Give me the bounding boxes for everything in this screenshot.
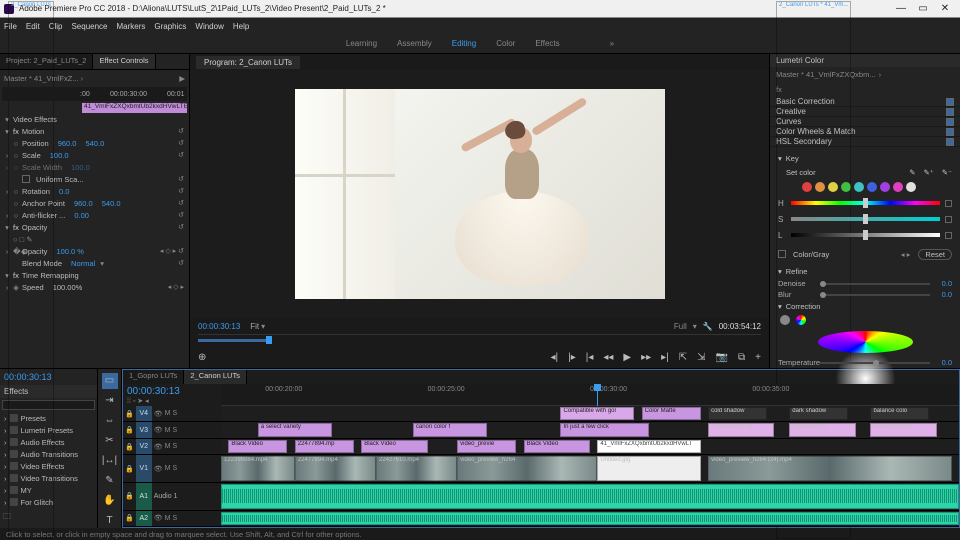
workspace-overflow[interactable]: » [610,39,614,48]
zoom-fit[interactable]: Fit [250,322,259,331]
sequence-duration: 00:03:54:12 [719,322,761,331]
workspace-learning[interactable]: Learning [346,39,377,48]
menu-graphics[interactable]: Graphics [154,22,186,31]
track-a2[interactable] [221,511,959,527]
window-close-button[interactable]: ✕ [934,3,956,14]
go-to-out-icon[interactable]: ▸| [661,352,669,363]
sat-slider[interactable] [791,215,940,223]
program-timecode[interactable]: 00:00:30:13 [198,322,240,331]
eyedropper-add-icon[interactable]: ✎⁺ [924,168,934,177]
color-swatch[interactable] [880,182,890,192]
workspace-effects[interactable]: Effects [535,39,559,48]
type-tool[interactable]: T [102,512,118,528]
sequence-tab-1[interactable]: 1_Gopro LUTs [123,370,184,384]
sequence-tab-2[interactable]: 2_Canon LUTs [184,370,247,384]
lum-slider[interactable] [791,231,940,239]
antiflicker-value[interactable]: 0.00 [74,211,89,220]
window-minimize-button[interactable]: — [890,3,912,14]
selection-tool[interactable]: ▭ [102,373,118,389]
color-swatch[interactable] [854,182,864,192]
timeline-ruler[interactable]: 00:00:20:00 00:00:25:00 00:00:30:00 00:0… [221,384,959,406]
speed-value[interactable]: 100.00% [53,283,83,292]
play-button[interactable]: ▶ [623,352,631,363]
track-v2[interactable]: Black Video 22477894.mp Black Video vide… [221,439,959,455]
lumetri-color-panel: Lumetri Color Master * 41_VmlFxZXQxbm...… [770,54,960,368]
position-y[interactable]: 540.0 [85,139,104,148]
eyedropper-sub-icon[interactable]: ✎⁻ [942,168,952,177]
step-back-icon[interactable]: ◂◂ [603,352,613,363]
pen-tool[interactable]: ✎ [102,472,118,488]
mark-in-icon[interactable]: ◂| [550,352,558,363]
hue-slider[interactable] [791,199,940,207]
ec-clip-path: Master * 41_VmlFxZ... › 2_Canon LUTs ▶ [2,72,187,85]
workspace-editing[interactable]: Editing [452,39,476,48]
color-swatch[interactable] [906,182,916,192]
temperature-slider[interactable] [820,362,930,364]
anchor-y[interactable]: 540.0 [102,199,121,208]
wrench-icon[interactable]: 🔧 [703,322,713,331]
color-swatch[interactable] [893,182,903,192]
color-wheel[interactable] [818,331,913,353]
export-frame-icon[interactable]: 📷 [716,352,728,363]
menu-help[interactable]: Help [233,22,249,31]
denoise-slider[interactable] [820,283,930,285]
timeline-panel: 1_Gopro LUTs 2_Canon LUTs 00:00:30:13 ⁞⁞… [122,369,960,528]
track-v3[interactable]: a select variety canon color f In just a… [221,422,959,438]
program-scrubber[interactable] [198,334,761,346]
reset-button[interactable]: Reset [918,249,952,260]
ec-clip-name[interactable]: 2_Canon LUTs [8,70,54,368]
eyedropper-icon[interactable]: ✎ [909,168,915,177]
effect-controls-panel: Project: 2_Paid_LUTs_2 Effect Controls M… [0,54,190,368]
lift-icon[interactable]: ⇱ [679,352,687,363]
blend-mode-select[interactable]: Normal [71,259,95,268]
compare-icon[interactable]: ⧉ [738,352,745,363]
mark-out-icon[interactable]: |▸ [568,352,576,363]
blur-slider[interactable] [820,294,930,296]
anchor-x[interactable]: 960.0 [74,199,93,208]
ripple-tool[interactable]: ⇔ [102,413,118,429]
add-button-icon[interactable]: + [755,352,761,363]
track-v4[interactable]: Compatible with gol Color Matte cold sha… [221,406,959,422]
menu-sequence[interactable]: Sequence [71,22,107,31]
menu-window[interactable]: Window [195,22,223,31]
hand-tool[interactable]: ✋ [102,492,118,508]
program-monitor[interactable] [295,89,665,299]
position-x[interactable]: 960.0 [58,139,77,148]
workspace-assembly[interactable]: Assembly [397,39,432,48]
step-fwd-icon[interactable]: ▸▸ [641,352,651,363]
track-select-tool[interactable]: ⇥ [102,393,118,409]
transport-controls: ⊕ ◂| |▸ |◂ ◂◂ ▶ ▸▸ ▸| ⇱ ⇲ 📷 ⧉ + [190,346,769,368]
tab-effect-controls[interactable]: Effect Controls [93,54,155,69]
reset-icon[interactable]: ↺ [178,127,184,135]
extract-icon[interactable]: ⇲ [697,352,705,363]
ec-mini-ruler[interactable]: :00 00:00:30:00 00:01 [2,87,187,101]
track-a1[interactable] [221,483,959,511]
slip-tool[interactable]: |↔| [102,453,118,469]
color-swatch[interactable] [867,182,877,192]
rotation-value[interactable]: 0.0 [59,187,69,196]
add-marker-icon[interactable]: ⊕ [198,352,206,363]
program-monitor-panel: Program: 2_Canon LUTs 00:00:30:13 Fit▾ F… [190,54,770,368]
program-tab[interactable]: Program: 2_Canon LUTs [196,56,300,69]
window-maximize-button[interactable]: ▭ [912,3,934,14]
go-to-in-icon[interactable]: |◂ [586,352,594,363]
ec-clip-bar[interactable]: 41_VmlFxZXQxbmtUb2kxdHVwLTEy.mov [82,103,187,113]
window-title: Adobe Premiere Pro CC 2018 - D:\Aliona\L… [19,4,890,13]
menu-markers[interactable]: Markers [117,22,146,31]
track-v1[interactable]: 122396884.mp4 22477894.mp4 22427610.mp4 … [221,455,959,483]
workspace-color[interactable]: Color [496,39,515,48]
tool-palette: ▭ ⇥ ⇔ ✂ |↔| ✎ ✋ T [98,369,122,528]
opacity-value[interactable]: 100.0 % [56,247,84,256]
razor-tool[interactable]: ✂ [102,433,118,449]
sequence-timecode[interactable]: 00:00:30:13 [127,386,217,397]
